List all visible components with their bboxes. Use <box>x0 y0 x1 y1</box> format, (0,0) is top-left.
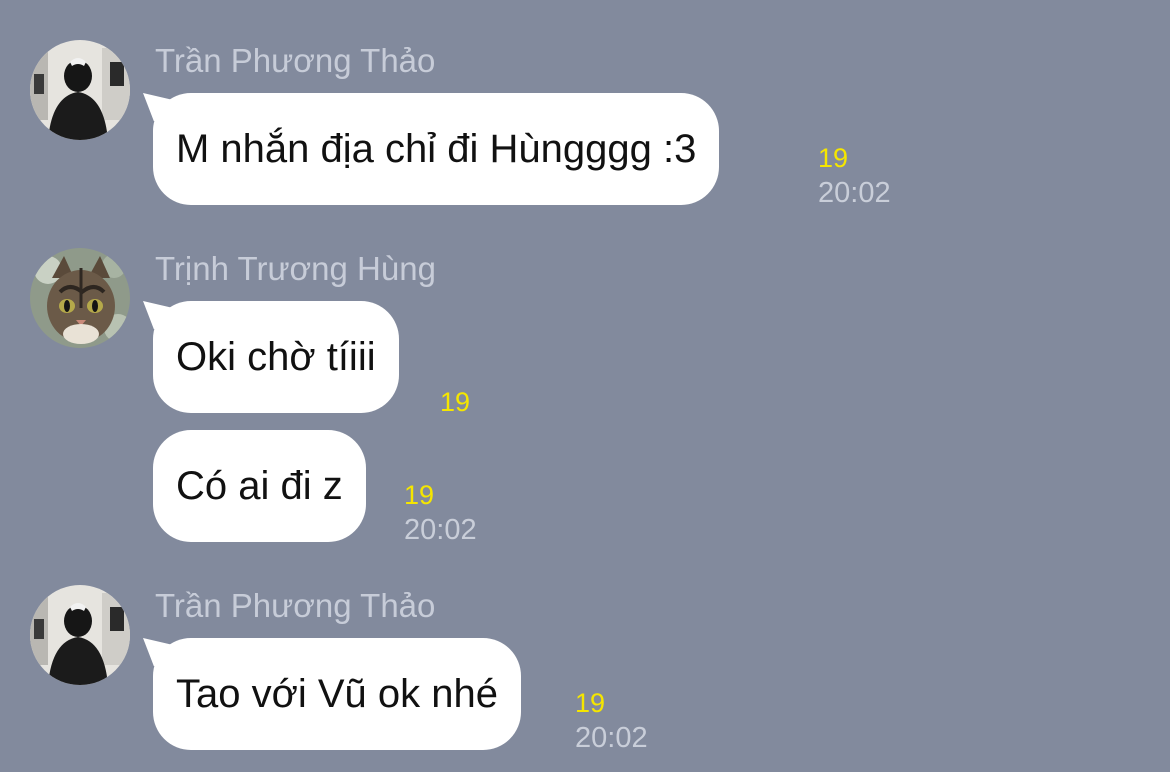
message-meta: 19 20:02 <box>818 141 891 211</box>
avatar-tran-phuong-thao[interactable] <box>30 585 130 685</box>
message-time: 20:02 <box>575 722 648 754</box>
message-meta: 19 20:02 <box>575 686 648 756</box>
message-time: 20:02 <box>818 177 891 209</box>
message-text: Tao với Vũ ok nhé <box>176 672 498 716</box>
read-count: 19 <box>404 480 435 510</box>
read-count: 19 <box>440 387 471 417</box>
message-meta: 19 20:02 <box>404 478 477 548</box>
person-photo-icon <box>30 585 130 685</box>
message-bubble[interactable]: Tao với Vũ ok nhé <box>153 638 521 750</box>
sender-name: Trần Phương Thảo <box>155 42 436 79</box>
message-meta: 19 <box>440 385 470 419</box>
message-text: M nhắn địa chỉ đi Hùngggg :3 <box>176 127 697 171</box>
message-bubble[interactable]: Oki chờ tíiii <box>153 301 399 413</box>
person-photo-icon <box>30 40 130 140</box>
avatar-trinh-truong-hung[interactable] <box>30 248 130 348</box>
message-time: 20:02 <box>404 514 477 546</box>
read-count: 19 <box>575 688 606 718</box>
cat-photo-icon <box>30 248 130 348</box>
read-count: 19 <box>818 143 849 173</box>
message-bubble[interactable]: Có ai đi z <box>153 430 366 542</box>
avatar-tran-phuong-thao[interactable] <box>30 40 130 140</box>
message-text: Oki chờ tíiii <box>176 335 376 379</box>
message-bubble[interactable]: M nhắn địa chỉ đi Hùngggg :3 <box>153 93 720 205</box>
message-text: Có ai đi z <box>176 464 343 508</box>
sender-name: Trịnh Trương Hùng <box>155 250 436 287</box>
sender-name: Trần Phương Thảo <box>155 587 436 624</box>
